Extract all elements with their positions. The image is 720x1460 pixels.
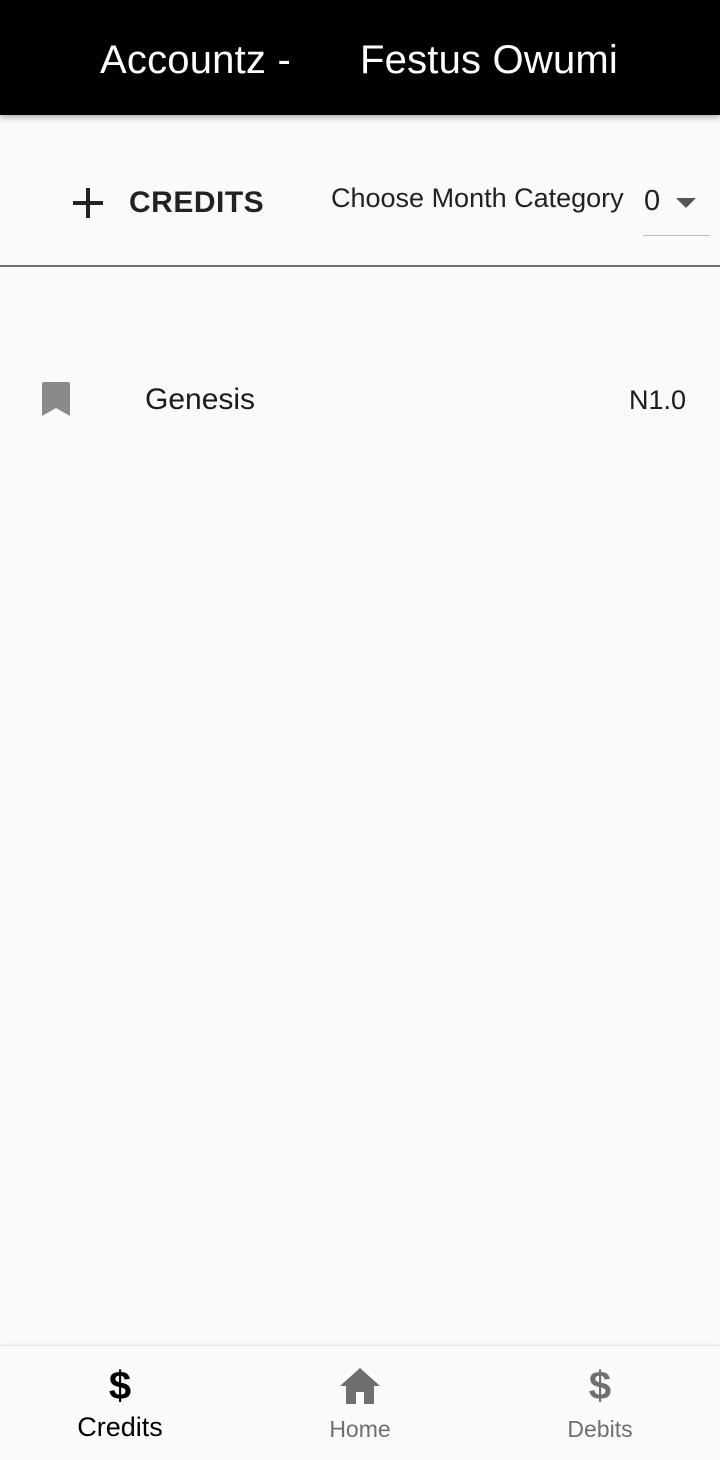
month-category-dropdown[interactable]: 0 (643, 173, 710, 236)
credits-toolbar: CREDITS Choose Month Category 0 (0, 115, 720, 267)
dollar-icon: $ (108, 1364, 132, 1408)
nav-credits[interactable]: $ Credits (0, 1346, 240, 1460)
add-credits-button[interactable]: CREDITS (60, 173, 264, 233)
nav-debits-label: Debits (567, 1416, 633, 1442)
dollar-icon: $ (588, 1364, 612, 1408)
bookmark-icon (42, 382, 70, 416)
caret-down-icon (676, 198, 696, 208)
nav-credits-label: Credits (77, 1412, 163, 1442)
app-title: Accountz - (100, 38, 291, 82)
nav-home-label: Home (329, 1416, 391, 1442)
add-credits-label: CREDITS (129, 186, 265, 219)
month-category-value: 0 (644, 185, 661, 217)
nav-home[interactable]: Home (240, 1346, 480, 1460)
item-amount: N1.0 (628, 385, 686, 415)
month-category-label: Choose Month Category (331, 183, 624, 213)
item-name: Genesis (145, 383, 256, 416)
user-name: Festus Owumi (360, 38, 619, 82)
home-icon (340, 1368, 380, 1404)
bottom-navigation: $ Credits Home $ Debits (0, 1345, 720, 1460)
list-item[interactable]: Genesis N1.0 (0, 360, 720, 440)
nav-debits[interactable]: $ Debits (480, 1346, 720, 1460)
app-bar: Accountz - Festus Owumi (0, 0, 720, 115)
plus-icon (73, 188, 103, 218)
